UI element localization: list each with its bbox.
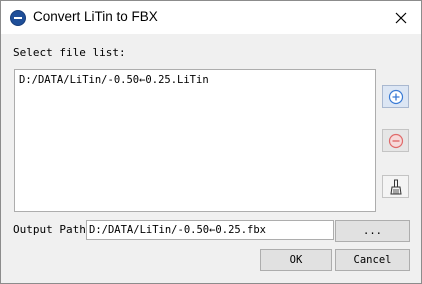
file-list-label: Select file list: <box>13 46 126 59</box>
broom-icon <box>389 179 402 194</box>
output-path-label: Output Path: <box>13 223 93 236</box>
output-path-field[interactable]: D:/DATA/LiTin/-0.50←0.25.fbx <box>86 220 334 240</box>
clear-list-button[interactable] <box>382 175 409 198</box>
list-item[interactable]: D:/DATA/LiTin/-0.50←0.25.LiTin <box>19 74 209 86</box>
minus-circle-icon <box>388 133 403 148</box>
add-file-button[interactable] <box>382 85 409 108</box>
app-logo-icon <box>10 10 26 26</box>
window-title: Convert LiTin to FBX <box>33 9 158 24</box>
close-icon <box>395 12 407 23</box>
remove-file-button[interactable] <box>382 129 409 152</box>
browse-button[interactable]: ... <box>335 220 410 242</box>
file-list[interactable]: D:/DATA/LiTin/-0.50←0.25.LiTin <box>14 69 376 212</box>
convert-dialog: Convert LiTin to FBX Select file list: D… <box>0 0 422 284</box>
close-button[interactable] <box>381 1 421 34</box>
ok-button[interactable]: OK <box>260 249 332 271</box>
cancel-button[interactable]: Cancel <box>335 249 410 271</box>
title-bar: Convert LiTin to FBX <box>1 1 421 34</box>
plus-circle-icon <box>388 89 403 104</box>
